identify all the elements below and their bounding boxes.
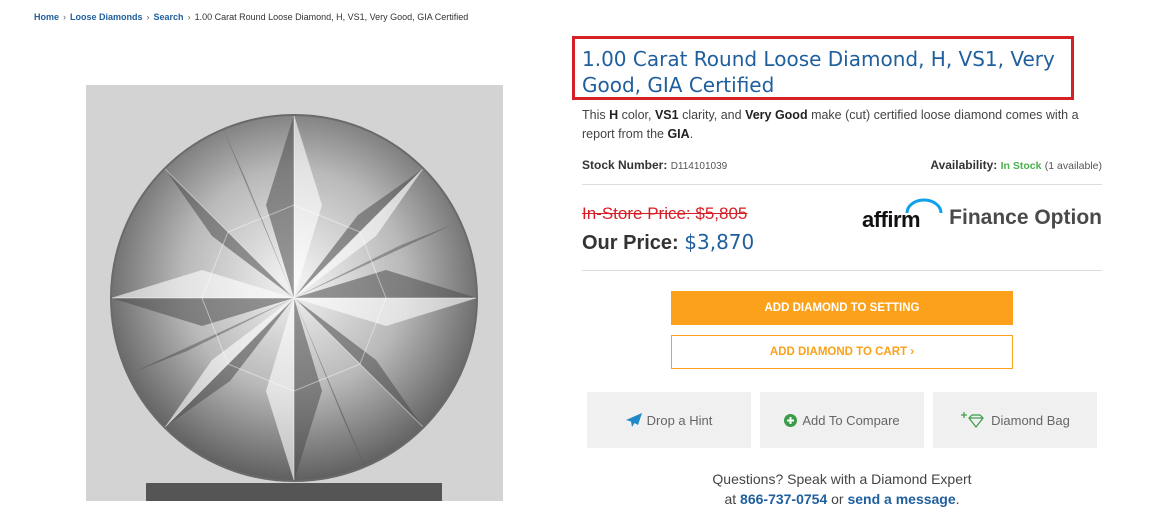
send-message-link[interactable]: send a message — [847, 491, 955, 507]
availability-status: In Stock — [1000, 160, 1042, 172]
product-description: This H color, VS1 clarity, and Very Good… — [582, 108, 1079, 141]
product-title: 1.00 Carat Round Loose Diamond, H, VS1, … — [582, 47, 1055, 97]
paper-plane-icon — [625, 413, 642, 427]
breadcrumb-loose-diamonds-link[interactable]: Loose Diamonds — [70, 12, 143, 22]
divider — [582, 270, 1102, 271]
questions-line: Questions? Speak with a Diamond Expert — [712, 471, 972, 487]
color-grade: H — [609, 108, 619, 122]
affirm-finance-option[interactable]: affirm Finance Option — [862, 198, 1102, 233]
breadcrumb: Home › Loose Diamonds › Search › 1.00 Carat Ro… — [34, 12, 468, 22]
divider — [582, 184, 1102, 185]
stock-number-label: Stock Number: — [582, 158, 668, 172]
lab-name: GIA — [667, 127, 690, 141]
questions-text: Questions? Speak with a Diamond Expert a… — [582, 469, 1102, 509]
breadcrumb-separator: › — [187, 12, 191, 22]
diamond-plus-icon — [961, 412, 984, 428]
availability-label: Availability: — [930, 158, 998, 172]
add-to-setting-button[interactable]: ADD DIAMOND TO SETTING — [671, 291, 1013, 325]
plus-circle-icon — [784, 413, 798, 427]
our-price-amount: $3,870 — [684, 230, 755, 254]
clarity-grade: VS1 — [654, 108, 679, 122]
diamond-bag-button[interactable]: Diamond Bag — [933, 392, 1097, 448]
cut-grade: Very Good — [745, 108, 808, 122]
availability-count: (1 available) — [1044, 160, 1102, 172]
breadcrumb-search-link[interactable]: Search — [154, 12, 184, 22]
diamond-image[interactable] — [86, 85, 503, 501]
breadcrumb-separator: › — [146, 12, 150, 22]
add-to-compare-button[interactable]: Add To Compare — [760, 392, 924, 448]
finance-option-label: Finance Option — [949, 206, 1102, 229]
diamond-photo — [110, 114, 478, 501]
stock-row: Stock Number: D114101039 Availability: I… — [582, 158, 1102, 174]
add-to-compare-label: Add To Compare — [802, 412, 900, 428]
breadcrumb-home-link[interactable]: Home — [34, 12, 59, 22]
our-price-label: Our Price: — [582, 232, 679, 254]
add-to-cart-button[interactable]: ADD DIAMOND TO CART › — [671, 335, 1013, 369]
drop-a-hint-label: Drop a Hint — [646, 412, 713, 428]
our-price: Our Price: $3,870 — [582, 230, 754, 255]
instore-price: In-Store Price: $5,805 — [582, 204, 748, 223]
diamond-bag-label: Diamond Bag — [991, 412, 1070, 428]
availability: Availability: In Stock (1 available) — [930, 158, 1102, 172]
breadcrumb-separator: › — [63, 12, 67, 22]
affirm-logo: affirm — [862, 207, 921, 232]
drop-a-hint-button[interactable]: Drop a Hint — [587, 392, 751, 448]
stock-number: D114101039 — [670, 161, 728, 172]
phone-number[interactable]: 866-737-0754 — [740, 491, 827, 507]
breadcrumb-current: 1.00 Carat Round Loose Diamond, H, VS1, … — [194, 12, 469, 22]
